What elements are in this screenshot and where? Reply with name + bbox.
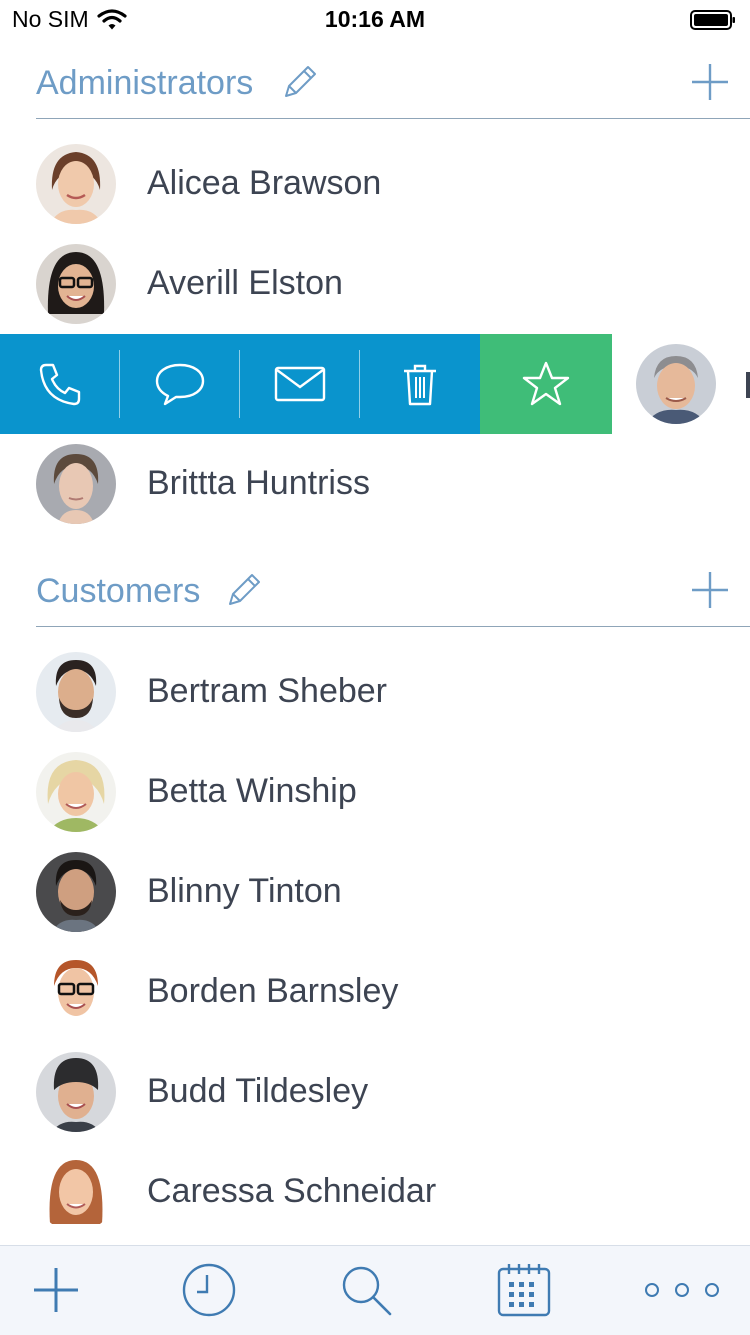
add-customer-icon[interactable] [690, 570, 730, 610]
star-icon [522, 361, 570, 406]
avatar [636, 344, 716, 424]
section-header-administrators: Administrators [36, 62, 750, 119]
contact-name: Bertram Sheber [147, 672, 387, 710]
add-administrator-icon[interactable] [690, 62, 730, 102]
avatar [36, 244, 116, 324]
contact-row[interactable]: Brittta Huntriss [0, 434, 750, 534]
tab-calendar[interactable] [494, 1260, 554, 1320]
contact-row[interactable]: Budd Tildesley [0, 1042, 750, 1142]
contact-name: Caressa Schneidar [147, 1172, 437, 1210]
clock-icon [182, 1263, 236, 1317]
avatar [36, 952, 116, 1032]
favorite-button[interactable] [480, 334, 612, 434]
avatar [36, 1152, 116, 1232]
avatar [36, 752, 116, 832]
section-title: Administrators [36, 64, 254, 102]
contact-name: Borden Barnsley [147, 972, 399, 1010]
contact-name: Averill Elston [147, 264, 343, 302]
message-button[interactable] [120, 334, 240, 434]
calendar-icon [497, 1264, 551, 1317]
contact-name: Betta Winship [147, 772, 357, 810]
mail-button[interactable] [240, 334, 360, 434]
tab-recents[interactable] [179, 1260, 239, 1320]
tab-add[interactable] [26, 1260, 86, 1320]
contact-row[interactable]: Averill Elston [0, 234, 750, 334]
contact-name: Alicea Brawson [147, 164, 382, 202]
contact-name: Brittta Huntriss [147, 464, 370, 502]
contact-name: Blinny Tinton [147, 872, 342, 910]
trash-icon [404, 364, 436, 406]
message-icon [155, 363, 205, 406]
status-time: 10:16 AM [324, 6, 426, 32]
plus-icon [34, 1268, 78, 1312]
phone-icon [39, 363, 81, 406]
avatar [36, 444, 116, 524]
tab-search[interactable] [336, 1260, 396, 1320]
status-bar: No SIM 10:16 AM [0, 0, 750, 40]
pencil-icon[interactable] [224, 570, 264, 610]
section-header-customers: Customers [36, 570, 750, 627]
swipe-actions [0, 334, 612, 434]
row-name-edge [746, 372, 750, 398]
section-title: Customers [36, 572, 201, 610]
avatar [36, 1052, 116, 1132]
contact-row[interactable]: Betta Winship [0, 742, 750, 842]
search-icon [342, 1266, 392, 1316]
contact-row[interactable]: Bertram Sheber [0, 642, 750, 742]
delete-button[interactable] [360, 334, 480, 434]
more-icon [645, 1283, 719, 1297]
call-button[interactable] [0, 334, 120, 434]
contact-row[interactable]: Caressa Schneidar [0, 1142, 750, 1242]
contact-name: Budd Tildesley [147, 1072, 369, 1110]
battery-icon [690, 10, 735, 30]
avatar [36, 852, 116, 932]
mail-icon [274, 366, 326, 402]
contact-row[interactable]: Blinny Tinton [0, 842, 750, 942]
pencil-icon[interactable] [280, 62, 320, 102]
tab-more[interactable] [640, 1260, 724, 1320]
contact-row[interactable]: Alicea Brawson [0, 134, 750, 234]
avatar [36, 144, 116, 224]
contact-row[interactable]: Borden Barnsley [0, 942, 750, 1042]
avatar [36, 652, 116, 732]
tab-bar [0, 1245, 750, 1335]
